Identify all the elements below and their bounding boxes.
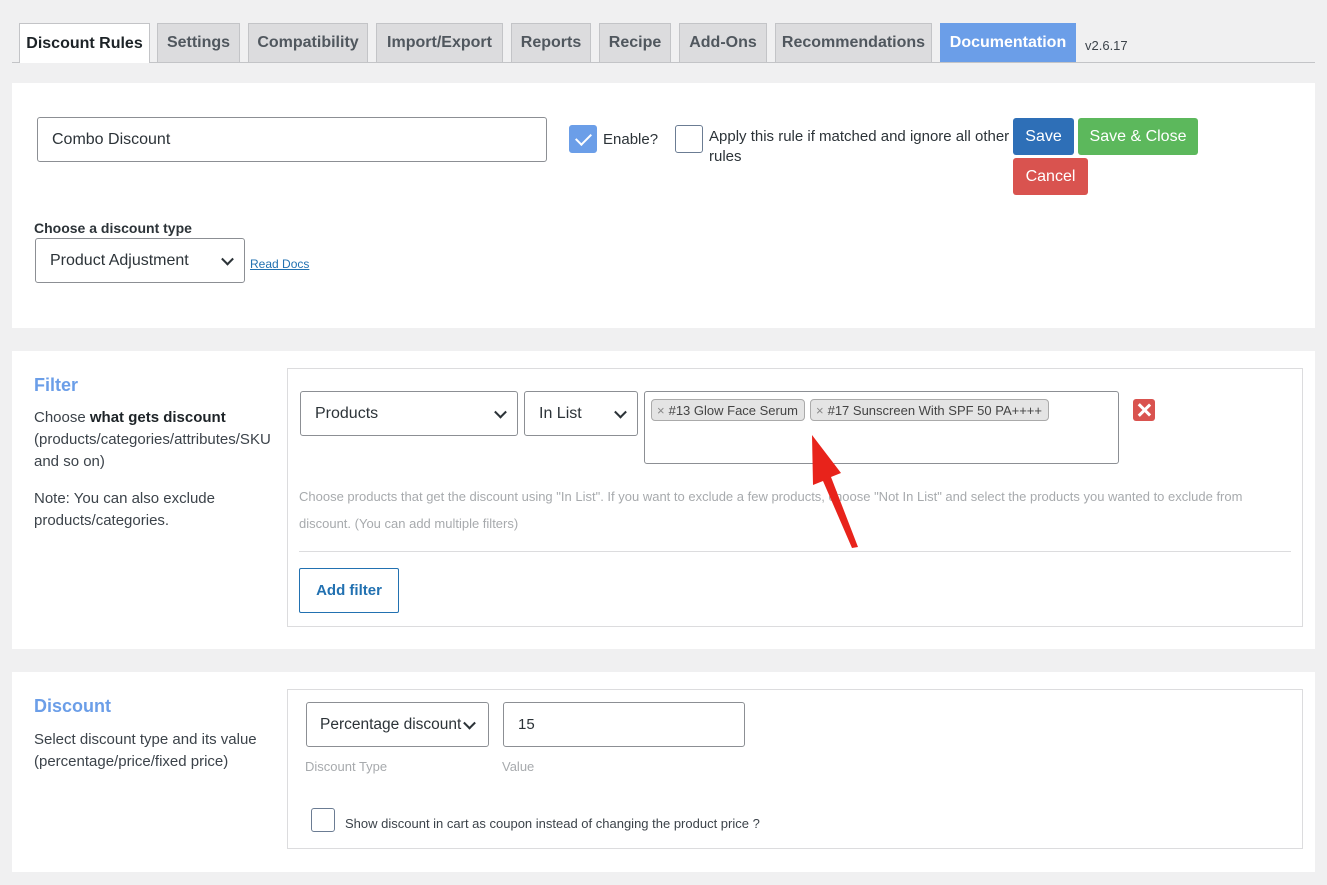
chevron-down-icon (221, 252, 234, 266)
filter-row-panel: Products In List × #13 Glow Face Serum ×… (287, 368, 1303, 627)
discount-description: Select discount type and its value (perc… (34, 731, 257, 770)
divider (299, 551, 1291, 552)
enable-checkbox[interactable] (569, 125, 597, 153)
selected-product-tag: × #17 Sunscreen With SPF 50 PA++++ (810, 399, 1049, 421)
tab-recommendations[interactable]: Recommendations (775, 23, 932, 62)
product-multiselect[interactable]: × #13 Glow Face Serum × #17 Sunscreen Wi… (644, 391, 1119, 464)
discount-panel: Percentage discount Discount Type Value … (287, 689, 1303, 849)
nav-tabs: Discount Rules Settings Compatibility Im… (12, 23, 1315, 63)
filter-type-value: Products (315, 404, 379, 422)
tag-label: #13 Glow Face Serum (668, 402, 798, 418)
filter-condition-select[interactable]: In List (524, 391, 638, 436)
filter-note: Note: You can also exclude products/cate… (34, 490, 215, 529)
tag-label: #17 Sunscreen With SPF 50 PA++++ (827, 402, 1042, 418)
read-docs-link[interactable]: Read Docs (250, 257, 309, 271)
remove-filter-icon[interactable] (1133, 399, 1155, 421)
discount-method-value: Percentage discount (320, 715, 462, 733)
tab-reports[interactable]: Reports (511, 23, 591, 62)
coupon-checkbox[interactable] (311, 808, 335, 832)
add-filter-button[interactable]: Add filter (299, 568, 399, 613)
tab-import-export[interactable]: Import/Export (376, 23, 503, 62)
cancel-button[interactable]: Cancel (1013, 158, 1088, 195)
version-label: v2.6.17 (1085, 38, 1128, 53)
chevron-down-icon (463, 716, 476, 730)
selected-product-tag: × #13 Glow Face Serum (651, 399, 805, 421)
annotation-arrow-icon (812, 435, 858, 548)
tag-remove-icon[interactable]: × (657, 403, 665, 418)
filter-type-select[interactable]: Products (300, 391, 518, 436)
discount-value-input[interactable] (503, 702, 745, 747)
coupon-label: Show discount in cart as coupon instead … (345, 816, 760, 831)
discount-type-label: Choose a discount type (34, 220, 192, 236)
discount-type-value: Product Adjustment (50, 251, 189, 269)
tab-compatibility[interactable]: Compatibility (248, 23, 368, 62)
chevron-down-icon (494, 405, 507, 419)
tag-remove-icon[interactable]: × (816, 403, 824, 418)
discount-card: Discount Select discount type and its va… (12, 672, 1315, 872)
enable-label: Enable? (603, 131, 659, 148)
discount-title: Discount (34, 696, 112, 716)
tab-recipe[interactable]: Recipe (599, 23, 671, 62)
exclusive-rule-label: Apply this rule if matched and ignore al… (709, 128, 1010, 165)
discount-type-select[interactable]: Product Adjustment (35, 238, 245, 283)
tab-settings[interactable]: Settings (157, 23, 240, 62)
rule-header-card: Enable? Apply this rule if matched and i… (12, 83, 1315, 328)
tab-add-ons[interactable]: Add-Ons (679, 23, 767, 62)
tab-discount-rules[interactable]: Discount Rules (19, 23, 150, 63)
chevron-down-icon (614, 405, 627, 419)
rule-name-input[interactable] (37, 117, 547, 162)
discount-value-caption: Value (502, 759, 535, 774)
filter-card: Filter Choose what gets discount (produc… (12, 351, 1315, 649)
save-button[interactable]: Save (1013, 118, 1074, 155)
filter-title: Filter (34, 375, 79, 395)
tab-documentation[interactable]: Documentation (940, 23, 1076, 62)
discount-method-select[interactable]: Percentage discount (306, 702, 489, 747)
save-close-button[interactable]: Save & Close (1078, 118, 1198, 155)
exclusive-rule-checkbox[interactable] (675, 125, 703, 153)
filter-description: Choose what gets discount (products/cate… (34, 409, 271, 470)
filter-help-text: Choose products that get the discount us… (299, 489, 1243, 531)
discount-type-caption: Discount Type (305, 759, 388, 774)
filter-condition-value: In List (539, 404, 582, 422)
